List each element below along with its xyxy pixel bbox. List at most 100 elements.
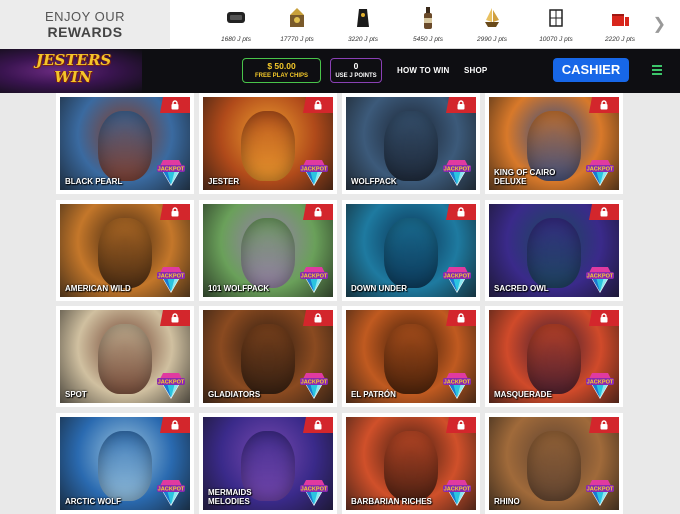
jackpot-diamond-icon: JACKPOT <box>154 368 188 400</box>
reward-item[interactable]: 5450 J pts <box>398 0 458 49</box>
game-artwork: JACKPOT EL PATRÓN <box>346 310 476 403</box>
svg-text:JACKPOT: JACKPOT <box>587 274 614 280</box>
reward-points: 2220 J pts <box>605 36 635 43</box>
vr-headset-icon <box>227 12 245 23</box>
game-character <box>241 111 295 181</box>
lock-icon <box>303 310 333 326</box>
reward-item[interactable]: 2990 J pts <box>462 0 522 49</box>
svg-text:JACKPOT: JACKPOT <box>444 380 471 386</box>
game-title: AMERICAN WILD <box>65 284 131 293</box>
lock-icon <box>589 204 619 220</box>
jackpot-diamond-icon: JACKPOT <box>440 475 474 507</box>
game-tile[interactable]: JACKPOT SACRED OWL <box>485 200 623 301</box>
reward-points: 3220 J pts <box>348 36 378 43</box>
reward-item[interactable]: 1680 J pts <box>206 0 266 49</box>
j-points-value: 0 <box>353 61 359 71</box>
game-tile[interactable]: JACKPOT MERMAIDS MELODIES <box>199 413 337 514</box>
svg-text:JACKPOT: JACKPOT <box>158 274 185 280</box>
gift-box-icon <box>612 14 629 26</box>
jackpot-diamond-icon: JACKPOT <box>583 475 617 507</box>
chips-label: FREE PLAY CHIPS <box>254 73 308 79</box>
lock-icon <box>303 204 333 220</box>
svg-text:JACKPOT: JACKPOT <box>301 274 328 280</box>
game-artwork: JACKPOT WOLFPACK <box>346 97 476 190</box>
game-tile[interactable]: JACKPOT WOLFPACK <box>342 93 480 194</box>
game-character <box>384 431 438 501</box>
jackpot-diamond-icon: JACKPOT <box>583 262 617 294</box>
reward-item[interactable]: 17770 J pts <box>267 0 327 49</box>
jackpot-diamond-icon: JACKPOT <box>583 155 617 187</box>
chips-amount: $ 50.00 <box>267 61 296 71</box>
logo-text: JESTERS WIN <box>36 51 112 86</box>
shop-link[interactable]: SHOP <box>464 66 487 75</box>
game-title: GLADIATORS <box>208 390 261 399</box>
game-artwork: JACKPOT SACRED OWL <box>489 204 619 297</box>
game-artwork: JACKPOT 101 WOLFPACK <box>203 204 333 297</box>
game-title: SPOT <box>65 390 87 399</box>
lock-icon <box>446 417 476 433</box>
game-title: EL PATRÓN <box>351 390 396 399</box>
game-character <box>98 218 152 288</box>
chevron-right-icon[interactable]: ❯ <box>653 14 666 34</box>
reward-points: 17770 J pts <box>280 36 314 43</box>
jackpot-diamond-icon: JACKPOT <box>297 155 331 187</box>
svg-text:JACKPOT: JACKPOT <box>444 167 471 173</box>
lock-icon <box>589 97 619 113</box>
game-title: KING OF CAIRO DELUXE <box>494 168 556 186</box>
reward-item[interactable]: 3220 J pts <box>333 0 393 49</box>
game-tile[interactable]: JACKPOT EL PATRÓN <box>342 306 480 407</box>
game-artwork: JACKPOT BLACK PEARL <box>60 97 190 190</box>
how-to-win-link[interactable]: HOW TO WIN <box>397 66 450 75</box>
game-tile[interactable]: JACKPOT GLADIATORS <box>199 306 337 407</box>
game-character <box>241 324 295 394</box>
game-title: 101 WOLFPACK <box>208 284 270 293</box>
game-tile[interactable]: JACKPOT BARBARIAN RICHES <box>342 413 480 514</box>
jackpot-diamond-icon: JACKPOT <box>440 262 474 294</box>
reward-points: 2990 J pts <box>477 36 507 43</box>
game-title: ARCTIC WOLF <box>65 497 121 506</box>
game-title: DOWN UNDER <box>351 284 407 293</box>
lock-icon <box>160 97 190 113</box>
game-artwork: JACKPOT SPOT <box>60 310 190 403</box>
game-character <box>98 324 152 394</box>
game-tile[interactable]: JACKPOT ARCTIC WOLF <box>56 413 194 514</box>
hamburger-menu-icon[interactable] <box>652 65 662 75</box>
game-tile[interactable]: JACKPOT 101 WOLFPACK <box>199 200 337 301</box>
svg-text:JACKPOT: JACKPOT <box>587 487 614 493</box>
svg-text:JACKPOT: JACKPOT <box>158 167 185 173</box>
game-character <box>98 431 152 501</box>
j-points-button[interactable]: 0 USE J POINTS <box>330 58 382 83</box>
logo-line2: WIN <box>54 68 92 86</box>
game-tile[interactable]: JACKPOT SPOT <box>56 306 194 407</box>
rewards-title[interactable]: ENJOY OUR REWARDS <box>0 0 170 49</box>
game-tile[interactable]: JACKPOT JESTER <box>199 93 337 194</box>
logo-line1: JESTERS <box>36 51 112 69</box>
game-title: BLACK PEARL <box>65 177 123 186</box>
lock-icon <box>446 204 476 220</box>
game-title: JESTER <box>208 177 240 186</box>
game-tile[interactable]: JACKPOT AMERICAN WILD <box>56 200 194 301</box>
game-tile[interactable]: JACKPOT KING OF CAIRO DELUXE <box>485 93 623 194</box>
cashier-button[interactable]: CASHIER <box>553 58 629 82</box>
rewards-title-line2: REWARDS <box>47 24 123 40</box>
lock-icon <box>160 417 190 433</box>
game-tile[interactable]: JACKPOT MASQUERADE <box>485 306 623 407</box>
lock-icon <box>446 310 476 326</box>
game-tile[interactable]: JACKPOT RHINO <box>485 413 623 514</box>
jesters-win-logo[interactable]: JESTERS WIN <box>0 49 142 93</box>
game-character <box>98 111 152 181</box>
reward-item[interactable]: 10070 J pts <box>526 0 586 49</box>
svg-text:JACKPOT: JACKPOT <box>587 167 614 173</box>
reward-item[interactable]: 2220 J pts <box>590 0 650 49</box>
game-grid: JACKPOT BLACK PEARL JACKPOT JESTER JACKPOT WO… <box>56 93 626 514</box>
game-character <box>384 111 438 181</box>
svg-text:JACKPOT: JACKPOT <box>587 380 614 386</box>
game-artwork: JACKPOT ARCTIC WOLF <box>60 417 190 510</box>
svg-text:JACKPOT: JACKPOT <box>301 167 328 173</box>
game-tile[interactable]: JACKPOT DOWN UNDER <box>342 200 480 301</box>
rewards-strip: ENJOY OUR REWARDS 1680 J pts 17770 J pts… <box>0 0 680 49</box>
game-tile[interactable]: JACKPOT BLACK PEARL <box>56 93 194 194</box>
game-title: WOLFPACK <box>351 177 397 186</box>
free-play-chips-button[interactable]: $ 50.00 FREE PLAY CHIPS <box>242 58 321 83</box>
game-artwork: JACKPOT MASQUERADE <box>489 310 619 403</box>
